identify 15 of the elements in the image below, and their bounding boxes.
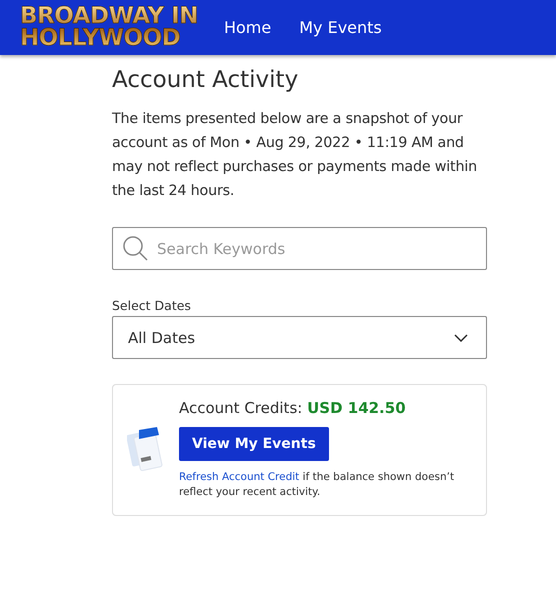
- field-label: Select Dates: [112, 298, 192, 313]
- credits-label: Account Credits:: [179, 398, 302, 416]
- refresh-note: Refresh Account Credit if the balance shown doesn’t reflect your recent activity.: [179, 470, 456, 500]
- intro-text: The items presented below are a snapshot of your account as of Mon • Aug 29, 2022 • 11:19 AM and may not reflect purchases or payments made within the last 24 hours.: [112, 110, 478, 201]
- ticket-icon: [127, 427, 163, 471]
- view-events-button[interactable]: View My Events: [179, 426, 329, 460]
- search-field[interactable]: Search Keywords: [112, 227, 487, 270]
- chevron-down-icon: [454, 334, 468, 342]
- search-icon: [122, 235, 148, 261]
- nav-link[interactable]: My Events: [299, 18, 382, 37]
- nav-link[interactable]: Home: [224, 18, 272, 37]
- refresh-link[interactable]: Refresh Account Credit: [179, 470, 300, 482]
- date-dropdown[interactable]: All Dates: [112, 316, 487, 359]
- credits-amount: USD 142.50: [307, 398, 406, 416]
- page-title: Account Activity: [112, 67, 300, 93]
